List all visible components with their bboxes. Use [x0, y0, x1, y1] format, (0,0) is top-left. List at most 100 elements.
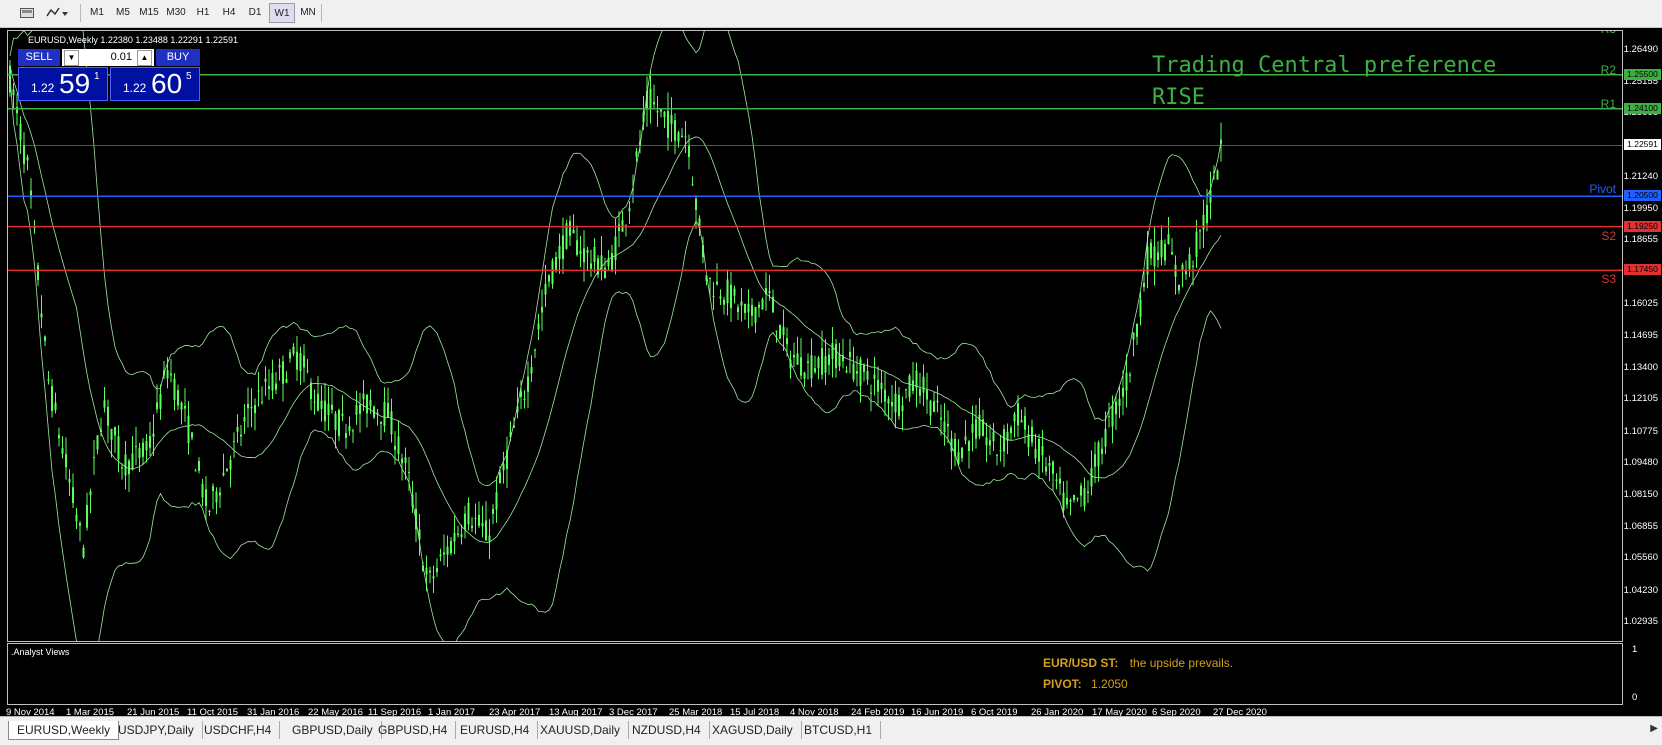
candle-body	[548, 275, 550, 282]
lot-increase-icon[interactable]: ▲	[137, 50, 152, 66]
candle-body	[352, 430, 354, 432]
analyst-panel-label: .Analyst Views	[11, 647, 70, 657]
candle-body	[527, 376, 529, 392]
candle-body	[719, 296, 722, 299]
sell-button[interactable]: SELL	[18, 49, 60, 66]
chart-tab[interactable]: USDCHF,H4	[196, 721, 281, 739]
candle-body	[908, 375, 911, 398]
price-axis-tick: 1.19950	[1623, 202, 1658, 214]
candle-body	[460, 534, 463, 538]
candle-body	[649, 88, 652, 110]
candle-body	[250, 406, 253, 409]
candle-body	[464, 513, 466, 530]
chart-tab[interactable]: GBPUSD,Daily	[284, 721, 382, 739]
candle-body	[96, 435, 99, 450]
chart-window-icon[interactable]	[18, 3, 36, 23]
candle-body	[247, 403, 249, 409]
candle-body	[257, 390, 260, 392]
candle-body	[1055, 479, 1058, 482]
candle-body	[611, 253, 613, 270]
timeframe-w1[interactable]: W1	[269, 3, 295, 23]
candle-body	[1118, 398, 1121, 406]
price-chart[interactable]: EURUSD,Weekly 1.22380 1.23488 1.22291 1.…	[7, 30, 1623, 642]
candle-body	[65, 454, 67, 468]
candle-body	[243, 417, 246, 422]
lot-decrease-icon[interactable]: ▼	[64, 50, 79, 66]
subwindow-scale-bottom: 0	[1632, 692, 1638, 703]
buy-price-box[interactable]: 1.22 60 5	[110, 67, 200, 101]
candle-body	[828, 354, 830, 366]
candle-body	[838, 354, 841, 367]
analyst-pivot-value: 1.2050	[1091, 677, 1128, 691]
candle-body	[177, 390, 179, 406]
buy-price-small: 1.22	[123, 81, 147, 95]
tabs-scroll-right-icon[interactable]: ▶	[1650, 723, 1658, 734]
timeframe-mn[interactable]: MN	[295, 3, 321, 23]
candle-body	[12, 89, 15, 96]
candle-body	[534, 349, 536, 351]
timeframe-m1[interactable]: M1	[84, 3, 110, 23]
lot-size-stepper[interactable]: ▼ 0.01 ▲	[62, 49, 154, 66]
candle-body	[1031, 426, 1033, 443]
sell-price-big: 59	[59, 68, 91, 99]
candle-body	[877, 379, 879, 392]
candle-body	[775, 330, 778, 332]
timeframe-h1[interactable]: H1	[190, 3, 216, 23]
chart-tab[interactable]: BTCUSD,H1	[796, 721, 882, 739]
candle-body	[268, 386, 270, 389]
candle-body	[145, 440, 148, 451]
analyst-views-panel: .Analyst Views EUR/USD ST: the upside pr…	[7, 643, 1623, 705]
price-axis-tick: 1.09480	[1623, 457, 1658, 469]
candle-body	[1080, 485, 1082, 496]
price-axis[interactable]: 1.264901.251551.238651.225911.212401.199…	[1623, 28, 1662, 643]
candle-body	[569, 221, 571, 236]
sell-price-box[interactable]: 1.22 59 1	[18, 67, 108, 101]
buy-button[interactable]: BUY	[156, 49, 200, 66]
chart-tab[interactable]: XAGUSD,Daily	[704, 721, 802, 739]
candle-body	[758, 304, 760, 308]
candle-body	[93, 457, 95, 459]
price-axis-tick: 1.12105	[1623, 393, 1658, 405]
lot-size-value[interactable]: 0.01	[111, 51, 132, 63]
candle-body	[1038, 438, 1040, 462]
timeframe-h4[interactable]: H4	[216, 3, 242, 23]
candle-body	[303, 355, 305, 368]
candle-body	[845, 370, 848, 373]
candle-body	[226, 468, 228, 472]
chart-tab[interactable]: NZDUSD,H4	[624, 721, 710, 739]
candle-body	[618, 224, 620, 231]
candle-body	[215, 491, 218, 503]
indicators-icon[interactable]	[44, 3, 70, 23]
candle-body	[667, 110, 669, 138]
chart-tab[interactable]: XAUUSD,Daily	[532, 721, 630, 739]
chart-tab[interactable]: EURUSD,H4	[452, 721, 539, 739]
candle-body	[397, 436, 400, 455]
candle-body	[1150, 242, 1152, 259]
chart-tab[interactable]: USDJPY,Daily	[110, 721, 203, 739]
candle-body	[299, 352, 302, 372]
candle-body	[327, 403, 330, 416]
chart-tab[interactable]: GBPUSD,H4	[370, 721, 457, 739]
price-axis-tick: 1.05560	[1623, 552, 1658, 564]
timeframe-m15[interactable]: M15	[136, 3, 162, 23]
candle-body	[859, 359, 862, 386]
candle-body	[159, 394, 162, 409]
candle-body	[1160, 240, 1163, 258]
candle-body	[803, 372, 806, 379]
chart-window[interactable]: EURUSD,Weekly 1.22380 1.23488 1.22291 1.…	[0, 28, 1662, 718]
candle-body	[971, 423, 974, 433]
chart-tab[interactable]: EURUSD,Weekly	[8, 721, 120, 740]
candle-body	[887, 398, 890, 404]
sell-price-small: 1.22	[31, 81, 55, 95]
analyst-view-text: the upside prevails.	[1129, 656, 1234, 670]
candle-body	[712, 296, 715, 298]
candle-body	[663, 111, 666, 118]
band-lower	[9, 75, 1222, 641]
candle-body	[821, 348, 823, 375]
candle-body	[628, 208, 631, 212]
timeframe-m30[interactable]: M30	[163, 3, 189, 23]
timeframe-m5[interactable]: M5	[110, 3, 136, 23]
candle-body	[275, 383, 277, 390]
timeframe-d1[interactable]: D1	[242, 3, 268, 23]
trading-central-preference: RISE	[1152, 85, 1205, 110]
